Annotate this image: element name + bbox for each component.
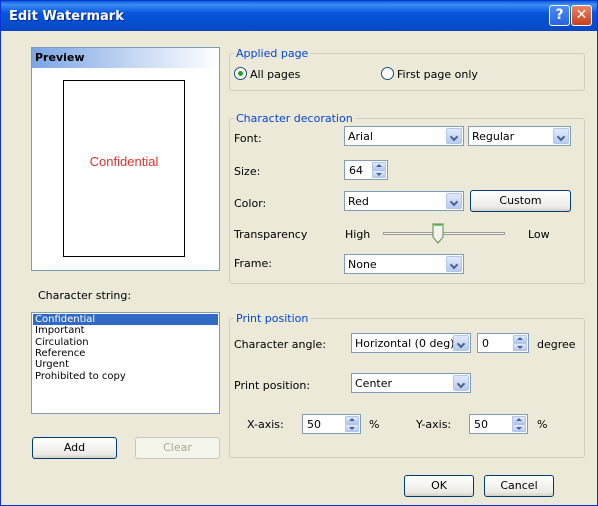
character-angle-value: Horizontal (0 deg) xyxy=(355,337,455,350)
color-select[interactable]: Red xyxy=(344,191,464,211)
list-item[interactable]: Circulation xyxy=(33,337,218,348)
print-position-value: Center xyxy=(355,377,393,390)
first-page-only-radio[interactable] xyxy=(381,67,394,80)
spin-up-icon[interactable] xyxy=(372,162,386,170)
chevron-down-icon[interactable] xyxy=(453,375,469,391)
list-item[interactable]: Important xyxy=(33,325,218,336)
ok-button[interactable]: OK xyxy=(404,475,474,497)
print-position-legend: Print position xyxy=(234,312,311,325)
character-string-label: Character string: xyxy=(38,289,132,302)
character-decoration-legend: Character decoration xyxy=(234,112,355,125)
degree-unit-label: degree xyxy=(537,338,576,351)
frame-select[interactable]: None xyxy=(344,254,464,274)
help-button[interactable]: ? xyxy=(549,5,570,26)
help-icon: ? xyxy=(555,7,564,23)
chevron-down-icon[interactable] xyxy=(446,128,462,144)
close-button[interactable]: ✕ xyxy=(571,5,592,26)
list-item[interactable]: Urgent xyxy=(33,359,218,370)
preview-title: Preview xyxy=(35,51,85,64)
size-value: 64 xyxy=(349,164,363,177)
add-button[interactable]: Add xyxy=(32,437,117,459)
list-item[interactable]: Reference xyxy=(33,348,218,359)
spin-up-icon[interactable] xyxy=(512,416,526,424)
preview-panel: Preview Confidential xyxy=(31,47,220,271)
chevron-down-icon[interactable] xyxy=(446,256,462,272)
spin-up-icon[interactable] xyxy=(345,416,359,424)
preview-header: Preview xyxy=(32,48,219,68)
x-axis-unit: % xyxy=(369,418,380,431)
spin-down-icon[interactable] xyxy=(513,343,527,351)
spin-down-icon[interactable] xyxy=(345,424,359,432)
x-axis-label: X-axis: xyxy=(247,418,284,431)
transparency-low-label: Low xyxy=(528,228,550,241)
frame-label: Frame: xyxy=(234,257,272,270)
x-axis-stepper[interactable]: 50 xyxy=(302,414,361,434)
all-pages-radio[interactable] xyxy=(234,67,247,80)
clear-button[interactable]: Clear xyxy=(135,437,220,459)
character-string-list[interactable]: Confidential Important Circulation Referenc… xyxy=(31,312,220,414)
angle-degree-value: 0 xyxy=(482,337,489,350)
transparency-slider-track[interactable] xyxy=(383,232,505,235)
chevron-down-icon[interactable] xyxy=(553,128,569,144)
spin-down-icon[interactable] xyxy=(372,170,386,178)
character-angle-label: Character angle: xyxy=(234,338,327,351)
y-axis-label: Y-axis: xyxy=(416,418,452,431)
preview-watermark-text: Confidential xyxy=(89,154,159,169)
list-item[interactable]: Prohibited to copy xyxy=(33,371,218,382)
transparency-high-label: High xyxy=(345,228,371,241)
font-style-value: Regular xyxy=(472,130,515,143)
angle-degree-stepper[interactable]: 0 xyxy=(477,333,529,353)
y-axis-stepper[interactable]: 50 xyxy=(469,414,528,434)
title-bar[interactable]: Edit Watermark ? ✕ xyxy=(1,1,597,31)
font-label: Font: xyxy=(234,132,262,145)
close-icon: ✕ xyxy=(575,7,588,23)
font-style-select[interactable]: Regular xyxy=(468,126,571,146)
color-value: Red xyxy=(348,195,369,208)
character-angle-select[interactable]: Horizontal (0 deg) xyxy=(351,333,471,353)
preview-page: Confidential xyxy=(63,80,185,257)
x-axis-value: 50 xyxy=(307,418,321,431)
print-position-select[interactable]: Center xyxy=(351,373,471,393)
print-position-label: Print position: xyxy=(234,379,311,392)
cancel-button[interactable]: Cancel xyxy=(484,475,554,497)
list-item[interactable]: Confidential xyxy=(33,314,218,325)
transparency-slider-thumb[interactable] xyxy=(432,223,444,244)
color-label: Color: xyxy=(234,197,267,210)
chevron-down-icon[interactable] xyxy=(446,193,462,209)
custom-color-button[interactable]: Custom xyxy=(470,190,571,212)
size-stepper[interactable]: 64 xyxy=(344,160,388,180)
font-value: Arial xyxy=(348,130,373,143)
frame-value: None xyxy=(348,258,377,271)
font-select[interactable]: Arial xyxy=(344,126,464,146)
applied-page-legend: Applied page xyxy=(234,47,311,60)
y-axis-unit: % xyxy=(537,418,548,431)
window-title: Edit Watermark xyxy=(9,9,124,24)
first-page-only-label[interactable]: First page only xyxy=(397,68,478,81)
size-label: Size: xyxy=(234,165,261,178)
spin-down-icon[interactable] xyxy=(512,424,526,432)
chevron-down-icon[interactable] xyxy=(453,335,469,351)
edit-watermark-dialog: Edit Watermark ? ✕ Preview Confidential … xyxy=(0,0,598,506)
transparency-label: Transparency xyxy=(234,228,308,241)
all-pages-label[interactable]: All pages xyxy=(250,68,300,81)
y-axis-value: 50 xyxy=(474,418,488,431)
spin-up-icon[interactable] xyxy=(513,335,527,343)
